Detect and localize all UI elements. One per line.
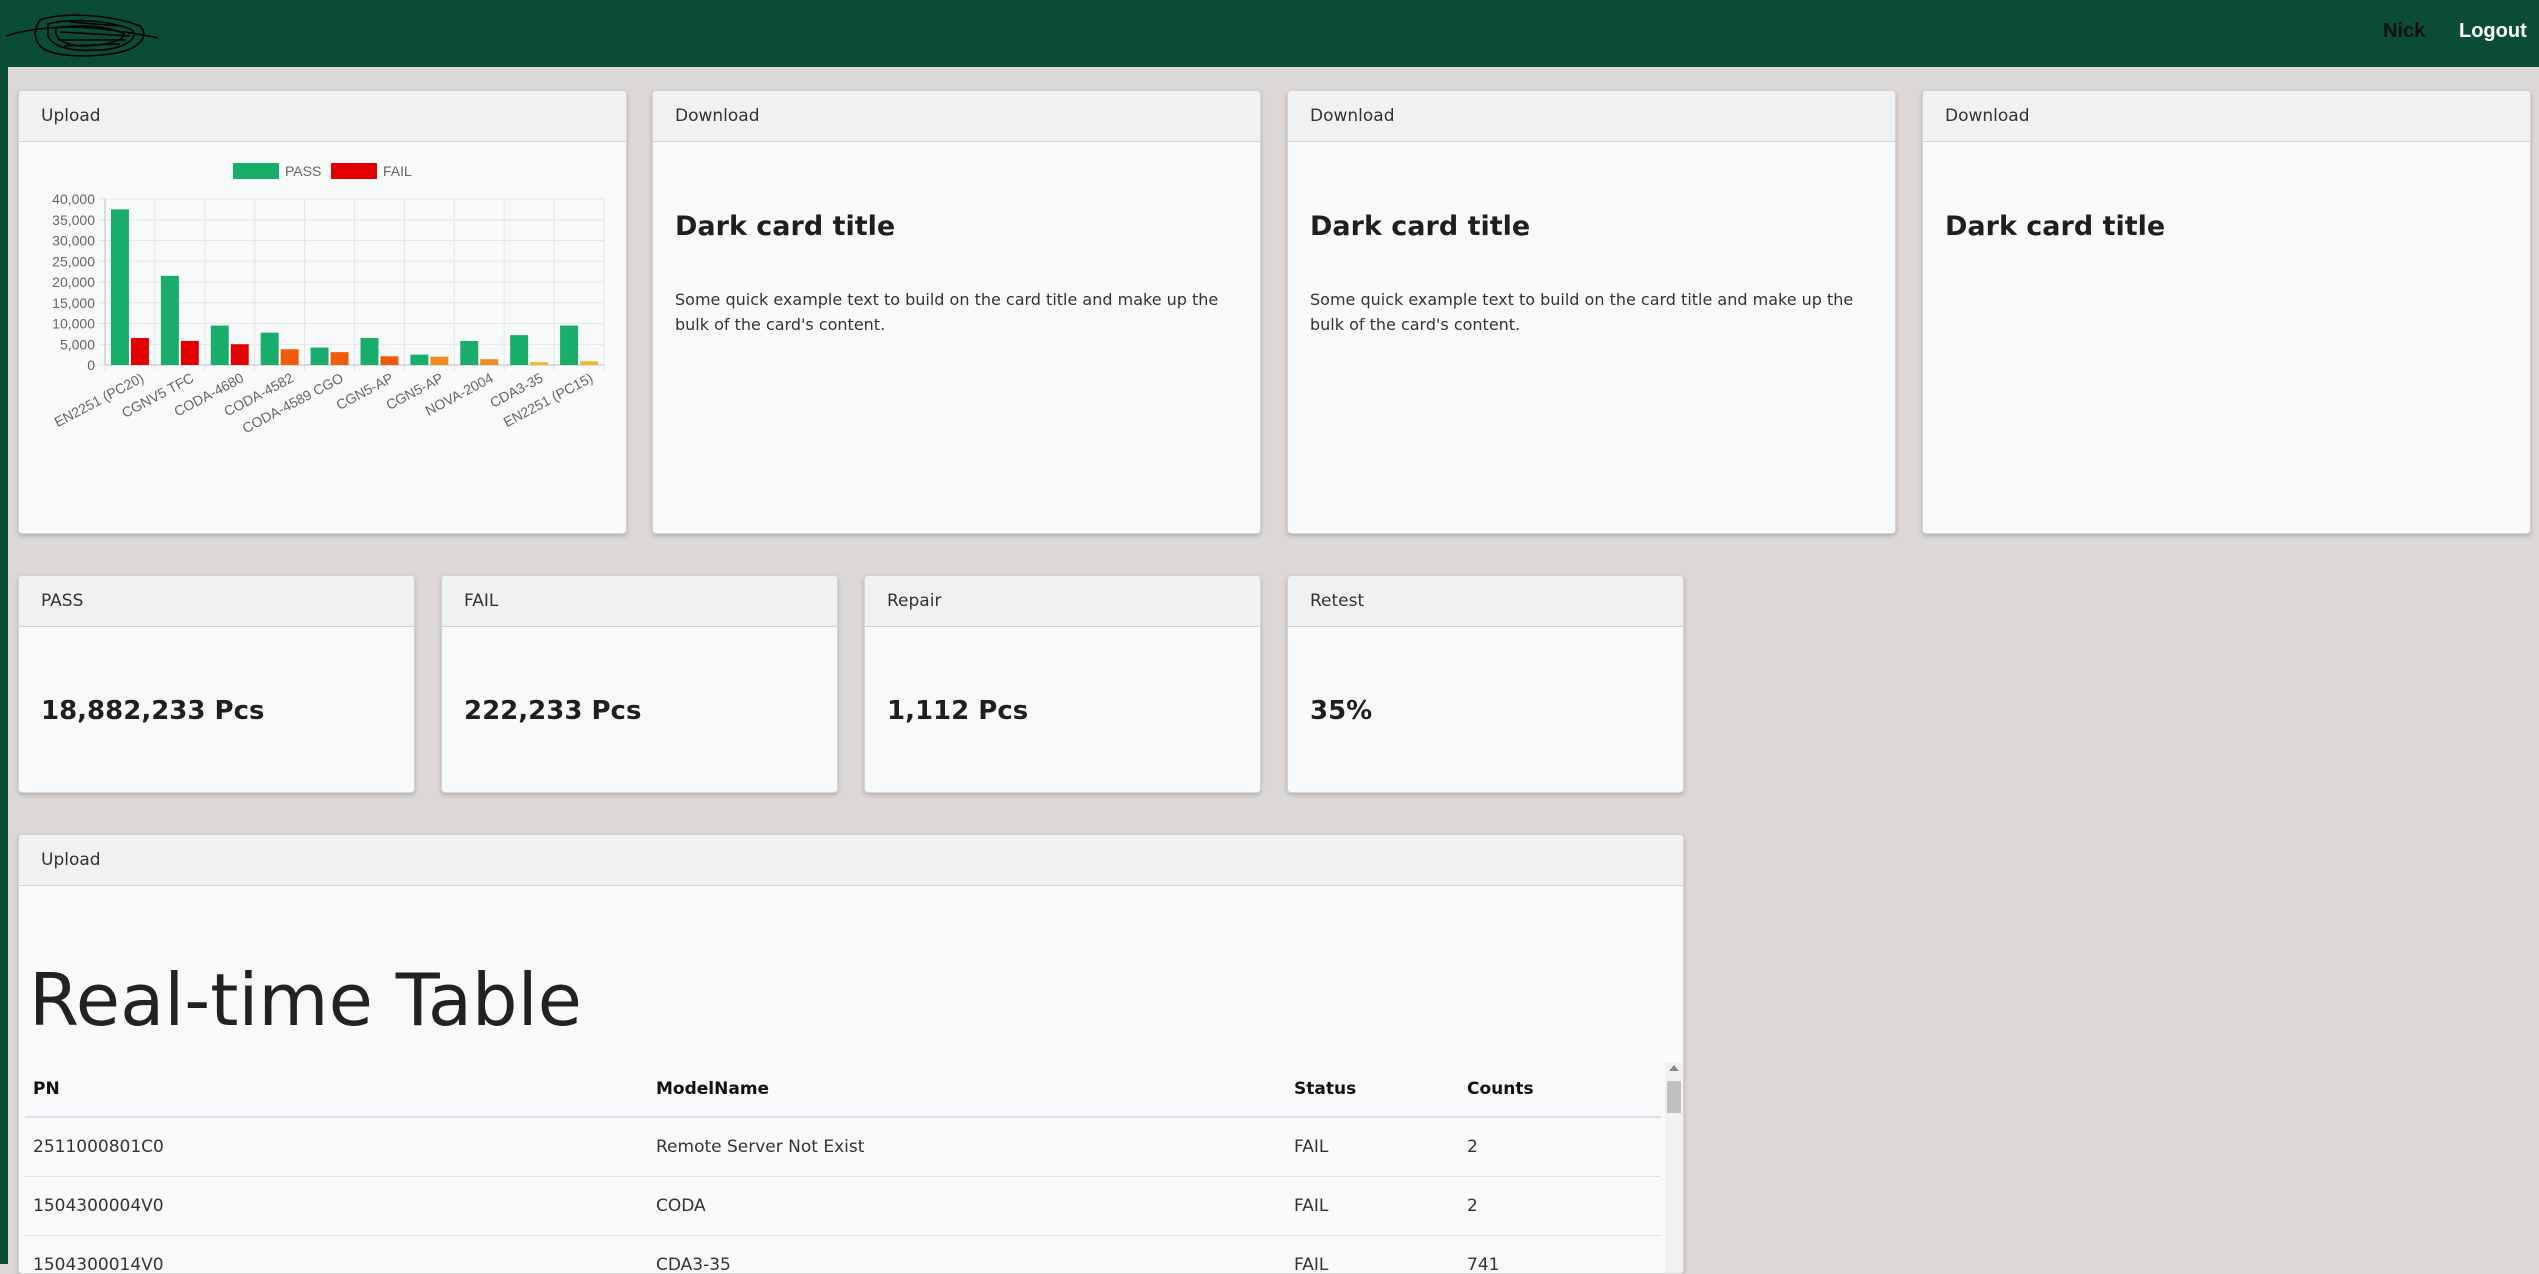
y-tick-label: 40,000 [52, 191, 95, 207]
cell-counts: 2 [1459, 1117, 1661, 1177]
upload-chart-card: Upload PASS FAIL 40,000 35,000 30,000 25,000 2… [18, 90, 627, 534]
y-tick-label: 20,000 [52, 274, 95, 290]
card-header: Download [653, 91, 1260, 142]
logout-link[interactable]: Logout [2459, 20, 2527, 43]
table-row[interactable]: 1504300004V0 CODA FAIL 2 [25, 1176, 1661, 1236]
cell-modelname: CODA [648, 1176, 1286, 1236]
bar-fail [530, 362, 549, 365]
cell-status: FAIL [1286, 1176, 1459, 1236]
bar-fail [130, 338, 149, 365]
cell-counts: 741 [1459, 1235, 1661, 1273]
legend-label-fail: FAIL [383, 163, 412, 179]
table-header-row: PN ModelName Status Counts [25, 1062, 1661, 1118]
logo-icon[interactable] [0, 6, 160, 62]
bar-pass [560, 325, 579, 365]
card-header: Repair [865, 576, 1260, 627]
scrollbar-thumb[interactable] [1667, 1081, 1681, 1113]
bar-pass [260, 332, 279, 365]
repair-stat-card: Repair 1,112 Pcs [864, 575, 1261, 793]
bar-fail [230, 344, 249, 365]
card-title: Dark card title [675, 211, 896, 242]
stat-value: 1,112 Pcs [887, 696, 1029, 726]
cell-pn: 1504300014V0 [25, 1235, 648, 1273]
table-row[interactable]: 1504300014V0 CDA3-35 FAIL 741 [25, 1235, 1661, 1273]
legend-swatch-fail [331, 163, 377, 179]
bar-fail [430, 356, 449, 365]
card-text: Some quick example text to build on the … [1310, 290, 1854, 334]
bar-pass [460, 340, 479, 365]
bar-pass [410, 354, 429, 365]
cell-modelname: CDA3-35 [648, 1235, 1286, 1273]
cell-status: FAIL [1286, 1117, 1459, 1177]
bar-pass [510, 335, 529, 365]
card-header: Download [1288, 91, 1895, 142]
bar-fail [280, 349, 299, 365]
y-tick-label: 15,000 [52, 295, 95, 311]
bar-pass [210, 325, 229, 365]
cell-counts: 2 [1459, 1176, 1661, 1236]
card-header: FAIL [442, 576, 837, 627]
card-header: PASS [19, 576, 414, 627]
card-text: Some quick example text to build on the … [675, 290, 1219, 334]
pass-fail-bar-chart: PASS FAIL 40,000 35,000 30,000 25,000 20,000 15… [52, 163, 605, 436]
y-tick-label: 30,000 [52, 233, 95, 249]
fail-stat-card: FAIL 222,233 Pcs [441, 575, 838, 793]
table-row[interactable]: 2511000801C0 Remote Server Not Exist FAI… [25, 1117, 1661, 1177]
y-tick-label: 35,000 [52, 212, 95, 228]
retest-stat-card: Retest 35% [1287, 575, 1684, 793]
bar-pass [360, 338, 379, 365]
stat-value: 35% [1310, 696, 1373, 726]
column-header-pn[interactable]: PN [25, 1062, 648, 1118]
download-card-3: Download Dark card title [1922, 90, 2531, 534]
cell-modelname: Remote Server Not Exist [648, 1117, 1286, 1177]
bar-fail [480, 359, 499, 365]
pass-stat-card: PASS 18,882,233 Pcs [18, 575, 415, 793]
column-header-modelname[interactable]: ModelName [648, 1062, 1286, 1118]
y-tick-label: 5,000 [60, 336, 95, 352]
user-name[interactable]: Nick [2383, 20, 2425, 43]
bar-fail [330, 352, 349, 365]
y-tick-label: 25,000 [52, 253, 95, 269]
y-tick-label: 0 [87, 357, 95, 373]
bar-pass [160, 275, 179, 365]
realtime-table: PN ModelName Status Counts 2511000801C0 … [25, 1062, 1661, 1273]
card-header: Retest [1288, 576, 1683, 627]
bar-fail [380, 356, 399, 365]
scroll-up-arrow-icon[interactable] [1669, 1065, 1679, 1071]
legend-label-pass: PASS [285, 163, 321, 179]
column-header-counts[interactable]: Counts [1459, 1062, 1661, 1118]
bar-pass [310, 347, 329, 365]
card-header: Upload [19, 835, 1683, 886]
cell-pn: 2511000801C0 [25, 1117, 648, 1177]
column-header-status[interactable]: Status [1286, 1062, 1459, 1118]
cell-pn: 1504300004V0 [25, 1176, 648, 1236]
realtime-table-container[interactable]: PN ModelName Status Counts 2511000801C0 … [25, 1062, 1661, 1273]
card-title: Dark card title [1945, 211, 2166, 242]
realtime-table-card: Upload Real-time Table PN ModelName Stat… [18, 834, 1684, 1274]
card-title: Dark card title [1310, 211, 1531, 242]
table-scrollbar[interactable] [1665, 1063, 1683, 1273]
bar-pass [110, 209, 129, 365]
y-tick-label: 10,000 [52, 316, 95, 332]
download-card-1: Download Dark card title Some quick exam… [652, 90, 1261, 534]
cell-status: FAIL [1286, 1235, 1459, 1273]
stat-value: 18,882,233 Pcs [41, 696, 265, 726]
bar-fail [180, 340, 199, 365]
download-card-2: Download Dark card title Some quick exam… [1287, 90, 1896, 534]
navbar: Nick Logout [0, 0, 2539, 67]
card-header: Download [1923, 91, 2530, 142]
bar-fail [580, 361, 599, 365]
page-title: Real-time Table [29, 958, 582, 1042]
left-border [0, 67, 8, 1264]
card-header: Upload [19, 91, 626, 142]
legend-swatch-pass [233, 163, 279, 179]
stat-value: 222,233 Pcs [464, 696, 642, 726]
